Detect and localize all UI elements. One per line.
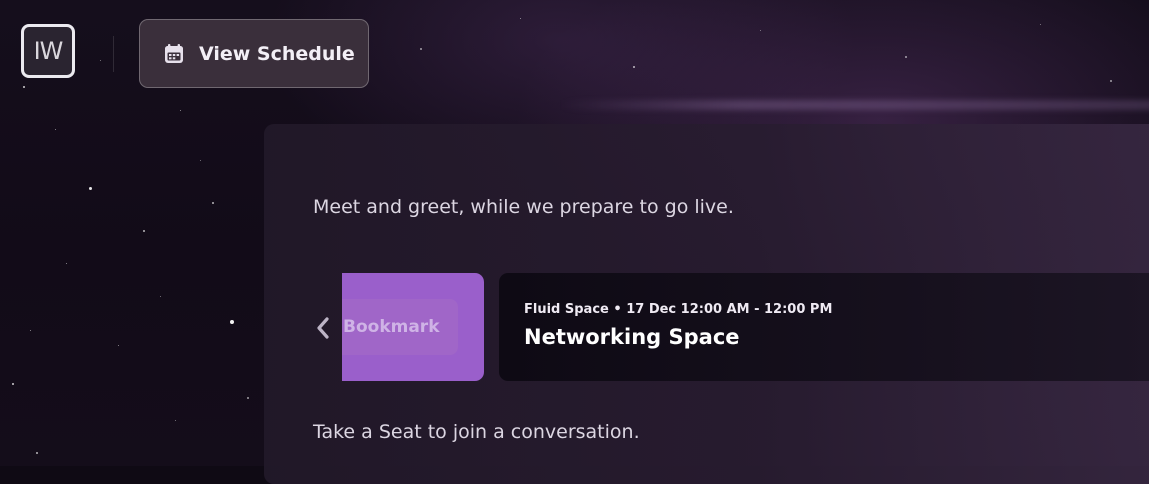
session-title: Networking Space — [524, 325, 740, 349]
join-prompt: Take a Seat to join a conversation. — [313, 421, 640, 443]
app-logo[interactable]: IW — [21, 24, 75, 78]
calendar-icon — [163, 43, 185, 65]
session-meta: Fluid Space • 17 Dec 12:00 AM - 12:00 PM — [524, 302, 833, 317]
chevron-left-icon[interactable] — [313, 313, 335, 343]
header-divider — [113, 36, 114, 72]
logo-text: IW — [33, 37, 64, 65]
view-schedule-label: View Schedule — [199, 42, 355, 65]
bookmark-card[interactable]: Bookmark — [342, 273, 484, 381]
session-card[interactable]: Fluid Space • 17 Dec 12:00 AM - 12:00 PM… — [499, 273, 1149, 381]
view-schedule-button[interactable]: View Schedule — [139, 19, 369, 88]
intro-text: Meet and greet, while we prepare to go l… — [313, 196, 734, 218]
bookmark-label: Bookmark — [343, 317, 440, 337]
bookmark-button[interactable]: Bookmark — [342, 299, 458, 355]
panel-glow — [560, 100, 1149, 110]
